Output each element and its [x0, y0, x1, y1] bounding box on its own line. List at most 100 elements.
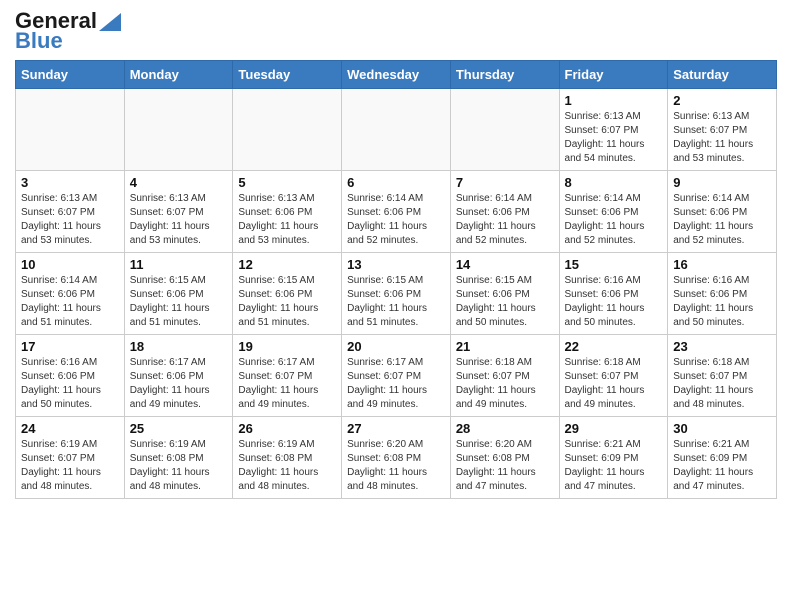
day-cell-27: 27Sunrise: 6:20 AMSunset: 6:08 PMDayligh…: [342, 417, 451, 499]
day-info: Sunrise: 6:20 AMSunset: 6:08 PMDaylight:…: [456, 438, 554, 494]
day-cell-26: 26Sunrise: 6:19 AMSunset: 6:08 PMDayligh…: [233, 417, 342, 499]
day-cell-30: 30 Sunrise: 6:21 AMSunset: 6:09 PMDayligh…: [668, 417, 777, 499]
day-number: 6: [347, 175, 445, 190]
day-number: 27: [347, 421, 445, 436]
day-cell-9: 9 Sunrise: 6:14 AMSunset: 6:06 PMDaylight…: [668, 171, 777, 253]
day-info: Sunrise: 6:13 AMSunset: 6:07 PMDaylight:…: [130, 192, 228, 248]
day-cell-13: 13 Sunrise: 6:15 AMSunset: 6:06 PMDayligh…: [342, 253, 451, 335]
day-cell-15: 15 Sunrise: 6:16 AMSunset: 6:06 PMDayligh…: [559, 253, 668, 335]
day-cell-25: 25 Sunrise: 6:19 AMSunset: 6:08 PMDayligh…: [124, 417, 233, 499]
day-info: Sunrise: 6:15 AMSunset: 6:06 PMDaylight:…: [238, 274, 336, 330]
day-cell-12: 12Sunrise: 6:15 AMSunset: 6:06 PMDayligh…: [233, 253, 342, 335]
day-number: 5: [238, 175, 336, 190]
weekday-header-monday: Monday: [124, 61, 233, 89]
day-info: Sunrise: 6:15 AMSunset: 6:06 PMDaylight:…: [130, 274, 228, 330]
day-info: Sunrise: 6:14 AMSunset: 6:06 PMDaylight:…: [565, 192, 663, 248]
empty-cell: [16, 89, 125, 171]
day-cell-22: 22Sunrise: 6:18 AMSunset: 6:07 PMDayligh…: [559, 335, 668, 417]
day-number: 10: [21, 257, 119, 272]
day-number: 23: [673, 339, 771, 354]
day-number: 20: [347, 339, 445, 354]
day-number: 11: [130, 257, 228, 272]
empty-cell: [233, 89, 342, 171]
day-number: 17: [21, 339, 119, 354]
day-cell-19: 19 Sunrise: 6:17 AMSunset: 6:07 PMDayligh…: [233, 335, 342, 417]
day-cell-7: 7 Sunrise: 6:14 AMSunset: 6:06 PMDaylight…: [450, 171, 559, 253]
week-row-4: 24Sunrise: 6:19 AMSunset: 6:07 PMDayligh…: [16, 417, 777, 499]
day-cell-23: 23 Sunrise: 6:18 AMSunset: 6:07 PMDayligh…: [668, 335, 777, 417]
day-cell-1: 1 Sunrise: 6:13 AMSunset: 6:07 PMDaylight…: [559, 89, 668, 171]
day-info: Sunrise: 6:17 AMSunset: 6:06 PMDaylight:…: [130, 356, 228, 412]
weekday-header-saturday: Saturday: [668, 61, 777, 89]
empty-cell: [124, 89, 233, 171]
day-info: Sunrise: 6:15 AMSunset: 6:06 PMDaylight:…: [456, 274, 554, 330]
weekday-header-friday: Friday: [559, 61, 668, 89]
day-number: 3: [21, 175, 119, 190]
day-info: Sunrise: 6:16 AMSunset: 6:06 PMDaylight:…: [21, 356, 119, 412]
day-cell-11: 11 Sunrise: 6:15 AMSunset: 6:06 PMDayligh…: [124, 253, 233, 335]
day-number: 8: [565, 175, 663, 190]
weekday-header-wednesday: Wednesday: [342, 61, 451, 89]
day-info: Sunrise: 6:14 AMSunset: 6:06 PMDaylight:…: [456, 192, 554, 248]
day-cell-24: 24Sunrise: 6:19 AMSunset: 6:07 PMDayligh…: [16, 417, 125, 499]
day-info: Sunrise: 6:18 AMSunset: 6:07 PMDaylight:…: [456, 356, 554, 412]
day-info: Sunrise: 6:15 AMSunset: 6:06 PMDaylight:…: [347, 274, 445, 330]
day-cell-8: 8 Sunrise: 6:14 AMSunset: 6:06 PMDaylight…: [559, 171, 668, 253]
day-number: 25: [130, 421, 228, 436]
day-info: Sunrise: 6:13 AMSunset: 6:07 PMDaylight:…: [673, 110, 771, 166]
day-info: Sunrise: 6:17 AMSunset: 6:07 PMDaylight:…: [347, 356, 445, 412]
day-number: 7: [456, 175, 554, 190]
weekday-header-thursday: Thursday: [450, 61, 559, 89]
day-cell-21: 21 Sunrise: 6:18 AMSunset: 6:07 PMDayligh…: [450, 335, 559, 417]
day-number: 2: [673, 93, 771, 108]
week-row-3: 17 Sunrise: 6:16 AMSunset: 6:06 PMDayligh…: [16, 335, 777, 417]
day-number: 21: [456, 339, 554, 354]
day-number: 18: [130, 339, 228, 354]
day-number: 26: [238, 421, 336, 436]
day-info: Sunrise: 6:13 AMSunset: 6:07 PMDaylight:…: [565, 110, 663, 166]
logo-blue: Blue: [15, 30, 63, 52]
day-info: Sunrise: 6:16 AMSunset: 6:06 PMDaylight:…: [565, 274, 663, 330]
day-info: Sunrise: 6:14 AMSunset: 6:06 PMDaylight:…: [673, 192, 771, 248]
day-cell-29: 29 Sunrise: 6:21 AMSunset: 6:09 PMDayligh…: [559, 417, 668, 499]
week-row-0: 1 Sunrise: 6:13 AMSunset: 6:07 PMDaylight…: [16, 89, 777, 171]
logo: General Blue: [15, 10, 121, 52]
day-info: Sunrise: 6:21 AMSunset: 6:09 PMDaylight:…: [565, 438, 663, 494]
day-info: Sunrise: 6:13 AMSunset: 6:07 PMDaylight:…: [21, 192, 119, 248]
day-info: Sunrise: 6:14 AMSunset: 6:06 PMDaylight:…: [21, 274, 119, 330]
day-cell-6: 6 Sunrise: 6:14 AMSunset: 6:06 PMDaylight…: [342, 171, 451, 253]
day-number: 15: [565, 257, 663, 272]
day-number: 9: [673, 175, 771, 190]
week-row-2: 10 Sunrise: 6:14 AMSunset: 6:06 PMDayligh…: [16, 253, 777, 335]
day-number: 30: [673, 421, 771, 436]
week-row-1: 3 Sunrise: 6:13 AMSunset: 6:07 PMDaylight…: [16, 171, 777, 253]
day-number: 19: [238, 339, 336, 354]
day-number: 1: [565, 93, 663, 108]
header: General Blue: [15, 10, 777, 52]
day-number: 16: [673, 257, 771, 272]
day-cell-10: 10 Sunrise: 6:14 AMSunset: 6:06 PMDayligh…: [16, 253, 125, 335]
calendar: SundayMondayTuesdayWednesdayThursdayFrid…: [15, 60, 777, 499]
day-number: 29: [565, 421, 663, 436]
day-cell-5: 5Sunrise: 6:13 AMSunset: 6:06 PMDaylight…: [233, 171, 342, 253]
day-info: Sunrise: 6:19 AMSunset: 6:08 PMDaylight:…: [130, 438, 228, 494]
day-number: 4: [130, 175, 228, 190]
logo-icon: [99, 13, 121, 31]
day-info: Sunrise: 6:14 AMSunset: 6:06 PMDaylight:…: [347, 192, 445, 248]
day-info: Sunrise: 6:21 AMSunset: 6:09 PMDaylight:…: [673, 438, 771, 494]
day-cell-16: 16Sunrise: 6:16 AMSunset: 6:06 PMDayligh…: [668, 253, 777, 335]
weekday-header-sunday: Sunday: [16, 61, 125, 89]
day-cell-14: 14 Sunrise: 6:15 AMSunset: 6:06 PMDayligh…: [450, 253, 559, 335]
day-number: 14: [456, 257, 554, 272]
day-info: Sunrise: 6:18 AMSunset: 6:07 PMDaylight:…: [673, 356, 771, 412]
day-number: 13: [347, 257, 445, 272]
day-info: Sunrise: 6:17 AMSunset: 6:07 PMDaylight:…: [238, 356, 336, 412]
day-cell-18: 18 Sunrise: 6:17 AMSunset: 6:06 PMDayligh…: [124, 335, 233, 417]
day-cell-28: 28Sunrise: 6:20 AMSunset: 6:08 PMDayligh…: [450, 417, 559, 499]
page: General Blue SundayMondayTuesdayWednesda…: [0, 0, 792, 514]
empty-cell: [342, 89, 451, 171]
day-cell-3: 3 Sunrise: 6:13 AMSunset: 6:07 PMDaylight…: [16, 171, 125, 253]
day-cell-4: 4 Sunrise: 6:13 AMSunset: 6:07 PMDaylight…: [124, 171, 233, 253]
day-info: Sunrise: 6:18 AMSunset: 6:07 PMDaylight:…: [565, 356, 663, 412]
day-cell-2: 2 Sunrise: 6:13 AMSunset: 6:07 PMDaylight…: [668, 89, 777, 171]
